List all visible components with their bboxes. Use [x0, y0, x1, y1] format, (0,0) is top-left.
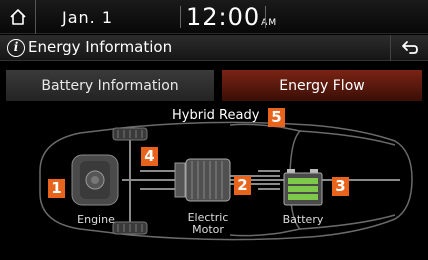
back-button[interactable] — [390, 35, 428, 61]
motor-label: Electric Motor — [180, 212, 236, 236]
date-display: Jan. 1 — [62, 8, 114, 27]
title-bar: i Energy Information — [0, 35, 428, 61]
hybrid-status-text: Hybrid Ready — [172, 108, 260, 123]
info-icon: i — [7, 39, 25, 57]
battery-graphic — [283, 169, 323, 206]
clock-time: 12:00 — [186, 3, 261, 31]
engine-label: Engine — [77, 213, 115, 226]
badge-status: 5 — [268, 108, 285, 127]
page-title: Energy Information — [28, 38, 173, 56]
clock-display: 12:00AM — [186, 3, 277, 31]
badge-motor: 2 — [234, 176, 251, 195]
back-arrow-icon — [401, 41, 418, 54]
tab-energy-flow[interactable]: Energy Flow — [222, 70, 422, 101]
battery-label: Battery — [282, 213, 324, 226]
divider — [180, 6, 181, 28]
divider — [265, 6, 266, 28]
tab-battery-information[interactable]: Battery Information — [6, 70, 214, 101]
badge-engine: 1 — [48, 179, 65, 198]
status-bar: Jan. 1 12:00AM — [0, 0, 428, 34]
badge-battery: 3 — [332, 177, 349, 196]
home-icon — [9, 9, 26, 25]
home-button[interactable] — [0, 0, 36, 34]
drivetrain-lines — [122, 138, 400, 222]
motor-label-line2: Motor — [192, 223, 224, 236]
clock-ampm: AM — [261, 18, 278, 28]
engine-graphic — [71, 154, 119, 206]
energy-flow-panel: Hybrid Ready 5 4 1 2 3 Engine Electric M… — [0, 101, 428, 260]
badge-wheels: 4 — [141, 147, 158, 166]
electric-motor-graphic — [174, 158, 231, 202]
